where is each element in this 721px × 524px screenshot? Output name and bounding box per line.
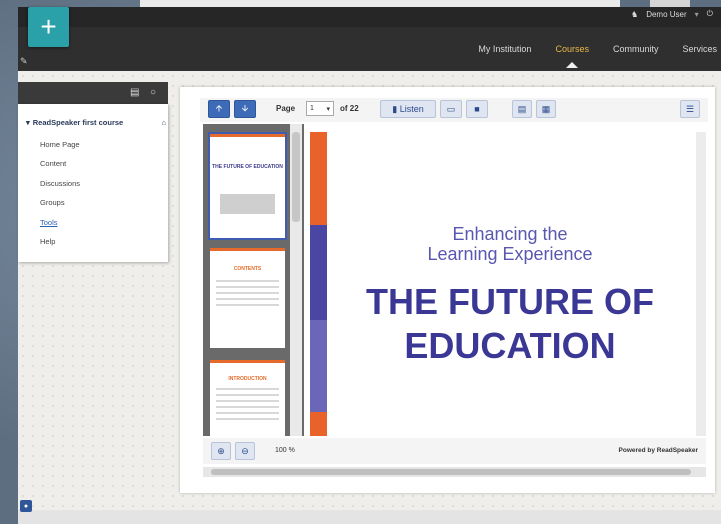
thumbnail-page-2[interactable]: CONTENTS [210,248,285,348]
menu-item-help[interactable]: Help [40,237,55,246]
thumbnail-scrollbar[interactable] [290,124,302,436]
thumbnail-title: THE FUTURE OF EDUCATION [212,164,283,170]
menu-item-discussions[interactable]: Discussions [40,179,80,188]
pause-button[interactable]: ▭ [440,100,462,118]
accent-stripe [310,320,327,412]
dropdown-icon[interactable]: ▾ [695,10,699,19]
course-menu-header: ▤ ○ [18,82,168,104]
main-nav: My Institution Courses Community Service… [478,44,717,68]
page-select[interactable]: 1 ▾ [306,101,334,116]
nav-my-institution[interactable]: My Institution [478,44,531,54]
thumbnail-title: CONTENTS [233,266,262,272]
document-title: THE FUTURE OF EDUCATION [366,281,654,366]
horizontal-scrollbar[interactable] [203,467,706,477]
accent-stripe [310,132,327,225]
app-header [18,7,721,71]
zoom-level: 100 % [275,447,295,454]
next-page-button[interactable]: 🡫 [234,100,256,118]
power-icon[interactable]: ⏻ [707,9,713,19]
viewer-bottom-bar: ⊕ ⊖ 100 % Powered by ReadSpeaker [203,438,706,464]
prev-page-button[interactable]: 🡩 [208,100,230,118]
accent-stripe [310,225,327,320]
thumbnail-title: INTRODUCTION [228,376,267,382]
course-menu: ▾ ReadSpeaker first course ⌂ Home Page C… [18,104,168,262]
edit-pencil-icon[interactable]: ✎ [20,56,28,67]
footer-bar [18,510,721,524]
user-icon: ♞ [631,9,639,19]
home-icon[interactable]: ⌂ [161,118,166,127]
powered-by-text: Powered by ReadSpeaker [618,447,698,454]
menu-item-groups[interactable]: Groups [40,198,65,207]
add-logo-icon[interactable]: + [28,7,69,47]
single-page-view-button[interactable]: ▤ [512,100,532,118]
expand-arrow-icon[interactable]: ▾ [26,118,30,127]
page-label: Page [276,104,296,113]
thumbnail-page-1[interactable]: THE FUTURE OF EDUCATION [208,132,287,240]
double-page-view-button[interactable]: ▦ [536,100,556,118]
nav-services[interactable]: Services [682,44,717,54]
menu-item-tools[interactable]: Tools [40,218,58,227]
nav-courses[interactable]: Courses [555,44,589,68]
thumbnail-page-3[interactable]: INTRODUCTION [210,360,285,436]
chevron-down-icon: ▾ [326,105,330,113]
nav-community[interactable]: Community [613,44,659,54]
accessibility-icon[interactable]: ● [20,500,32,512]
menu-item-content[interactable]: Content [40,159,66,168]
accent-stripe [310,412,327,436]
viewer-toolbar: 🡩 🡫 Page 1 ▾ of 22 ▮ Listen ▭ ■ ▤ ▦ ☰ [200,98,708,122]
listen-button[interactable]: ▮ Listen [380,100,436,118]
user-name[interactable]: Demo User [646,10,686,19]
header-top-bar [18,7,721,27]
collapse-icon[interactable]: ▤ [130,87,139,98]
document-subtitle: Enhancing the Learning Experience [427,224,593,264]
lock-icon[interactable]: ○ [150,87,156,98]
course-title[interactable]: ▾ ReadSpeaker first course ⌂ [26,118,166,127]
menu-item-home-page[interactable]: Home Page [40,140,80,149]
user-menu[interactable]: ♞ Demo User ▾ ⏻ [631,9,713,19]
document-scrollbar[interactable] [696,132,706,436]
speaker-icon: ▮ [392,103,400,114]
zoom-in-button[interactable]: ⊕ [211,442,231,460]
thumbnail-panel[interactable]: THE FUTURE OF EDUCATION CONTENTS INTRODU… [203,124,304,436]
stop-button[interactable]: ■ [466,100,488,118]
menu-icon[interactable]: ☰ [680,100,700,118]
page-count: of 22 [340,104,359,113]
zoom-out-button[interactable]: ⊖ [235,442,255,460]
thumbnail-image [220,194,275,214]
